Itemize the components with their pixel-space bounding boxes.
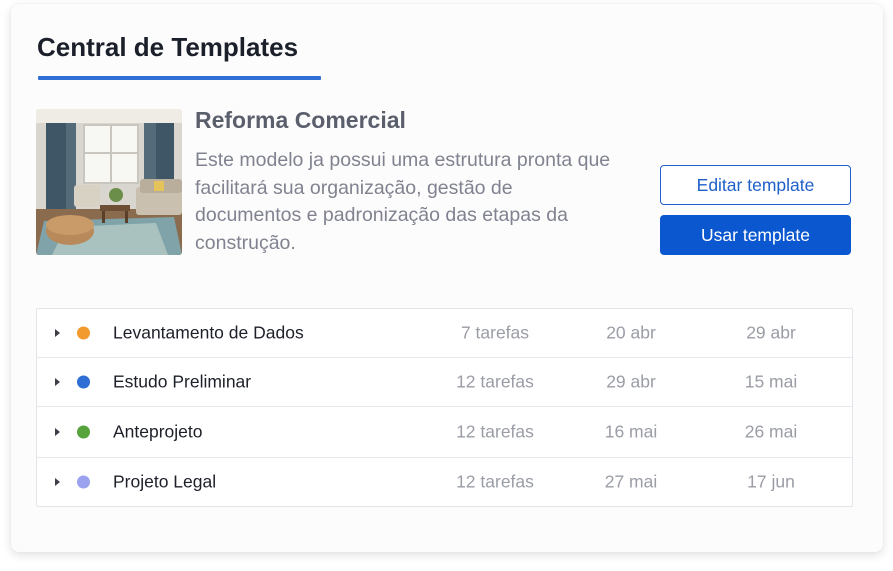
table-row[interactable]: Projeto Legal 12 tarefas 27 mai 17 jun (37, 458, 852, 506)
status-dot-icon (77, 375, 90, 389)
template-name: Reforma Comercial (195, 107, 406, 133)
stage-start-date: 27 mai (604, 471, 658, 492)
caret-right-icon[interactable] (55, 478, 60, 486)
table-row[interactable]: Estudo Preliminar 12 tarefas 29 abr 15 m… (37, 358, 852, 407)
stage-start-date: 16 mai (604, 421, 658, 442)
table-row[interactable]: Levantamento de Dados 7 tarefas 20 abr 2… (37, 309, 852, 358)
use-template-button[interactable]: Usar template (660, 215, 851, 255)
table-row[interactable]: Anteprojeto 12 tarefas 16 mai 26 mai (37, 407, 852, 458)
stage-end-date: 29 abr (746, 322, 796, 343)
living-room-photo-icon (36, 109, 182, 255)
stage-end-date: 17 jun (747, 471, 795, 492)
stages-table: Levantamento de Dados 7 tarefas 20 abr 2… (36, 308, 853, 507)
stage-end-date: 26 mai (744, 421, 798, 442)
stage-name: Levantamento de Dados (113, 322, 304, 343)
stage-start-date: 20 abr (606, 322, 656, 343)
stage-name: Projeto Legal (113, 471, 217, 492)
status-dot-icon (77, 326, 90, 340)
stage-task-count: 12 tarefas (456, 371, 534, 392)
stage-start-date: 29 abr (606, 371, 656, 392)
template-description: Este modelo ja possui uma estrutura pron… (195, 149, 611, 254)
title-underline (38, 76, 321, 80)
caret-right-icon[interactable] (55, 428, 60, 436)
status-dot-icon (77, 425, 90, 439)
page-title: Central de Templates (37, 32, 299, 62)
stage-task-count: 12 tarefas (456, 421, 534, 442)
template-thumbnail (36, 109, 182, 255)
templates-card: Central de Templates Reforma Comercial E… (11, 4, 883, 552)
edit-template-button[interactable]: Editar template (660, 165, 851, 205)
stage-name: Estudo Preliminar (113, 371, 252, 392)
stage-task-count: 7 tarefas (460, 322, 530, 343)
status-dot-icon (77, 475, 90, 489)
stage-name: Anteprojeto (113, 421, 203, 442)
stage-end-date: 15 mai (744, 371, 798, 392)
stage-task-count: 12 tarefas (456, 471, 534, 492)
caret-right-icon[interactable] (55, 378, 60, 386)
caret-right-icon[interactable] (55, 329, 60, 337)
